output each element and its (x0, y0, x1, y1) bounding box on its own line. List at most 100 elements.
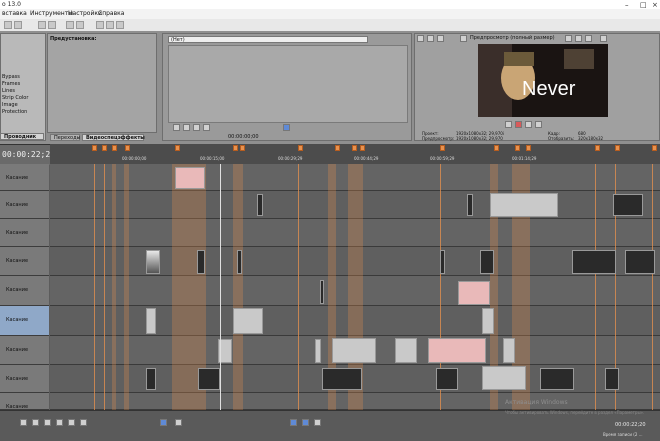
grid-icon[interactable] (565, 35, 572, 42)
video-clip[interactable] (146, 368, 156, 390)
video-clip[interactable] (332, 338, 376, 363)
video-clip[interactable] (482, 308, 494, 334)
video-clip[interactable] (572, 250, 616, 274)
normal-edit-tool-icon[interactable] (160, 419, 167, 426)
track-header[interactable]: Касание (0, 276, 49, 306)
close-icon[interactable]: × (652, 1, 658, 9)
video-clip[interactable] (440, 250, 445, 274)
minimize-icon[interactable]: – (625, 1, 629, 9)
cut-icon[interactable] (38, 21, 46, 29)
tab-video-fx[interactable]: Видеоспецэффекты (82, 134, 145, 141)
trimmer-dropdown[interactable]: (Нет) (168, 36, 368, 43)
list-item[interactable]: Lines (2, 88, 15, 94)
timeline-marker[interactable] (92, 145, 97, 151)
timeline-marker[interactable] (652, 145, 657, 151)
timeline-marker[interactable] (125, 145, 130, 151)
next-frame-icon[interactable] (203, 124, 210, 131)
video-clip[interactable] (605, 368, 619, 390)
split-screen-icon[interactable] (427, 35, 434, 42)
timeline-marker[interactable] (233, 145, 238, 151)
track-header[interactable]: Касание (0, 219, 49, 247)
copy-snapshot-icon[interactable] (585, 35, 592, 42)
help-icon[interactable] (106, 21, 114, 29)
open-icon[interactable] (14, 21, 22, 29)
timeline-marker[interactable] (360, 145, 365, 151)
video-clip[interactable] (395, 338, 417, 363)
tab-transitions[interactable]: Переходы (50, 134, 81, 141)
prev-frame-icon[interactable] (193, 124, 200, 131)
track-header[interactable]: Касание (0, 393, 49, 410)
timeline-marker[interactable] (240, 145, 245, 151)
list-item[interactable]: Protection (2, 109, 27, 115)
timeline-marker[interactable] (615, 145, 620, 151)
video-clip[interactable] (480, 250, 494, 274)
play-icon[interactable] (173, 124, 180, 131)
tab-explorer[interactable]: Проводник (0, 133, 44, 140)
record-icon[interactable] (515, 121, 522, 128)
track-header[interactable]: Касание (0, 336, 49, 365)
copy-icon[interactable] (48, 21, 56, 29)
list-item[interactable]: Frames (2, 81, 20, 87)
timeline-marker[interactable] (298, 145, 303, 151)
preview-mode-dropdown[interactable]: Предпросмотр (полный размер) (470, 35, 555, 41)
timeline-marker[interactable] (352, 145, 357, 151)
auto-ripple-icon[interactable] (314, 419, 321, 426)
whats-this-icon[interactable] (116, 21, 124, 29)
video-clip[interactable] (322, 368, 362, 390)
loop-icon[interactable] (283, 124, 290, 131)
video-clip[interactable] (436, 368, 458, 390)
stop-icon[interactable] (183, 124, 190, 131)
record-button[interactable] (20, 419, 27, 426)
track-header[interactable]: Касание (0, 247, 49, 276)
menu-item-settings[interactable]: Настройки (68, 10, 102, 17)
redo-icon[interactable] (76, 21, 84, 29)
timeline-marker[interactable] (515, 145, 520, 151)
menu-item-help[interactable]: Справка (98, 10, 124, 17)
preview-pause-icon[interactable] (525, 121, 532, 128)
undo-icon[interactable] (66, 21, 74, 29)
preview-quality-icon[interactable] (460, 35, 467, 42)
list-item[interactable]: Strip Color (2, 95, 28, 101)
video-clip[interactable] (315, 339, 321, 363)
track-header[interactable]: Касание (0, 306, 49, 336)
video-clip[interactable] (198, 368, 220, 390)
auto-crossfade-icon[interactable] (302, 419, 309, 426)
snapshot-icon[interactable] (575, 35, 582, 42)
video-clip[interactable] (613, 194, 643, 216)
video-clip[interactable] (146, 250, 160, 274)
playhead-cursor[interactable] (220, 164, 221, 410)
track-header[interactable]: Касание (0, 365, 49, 393)
video-clip[interactable] (237, 250, 242, 274)
preview-close-icon[interactable] (600, 35, 607, 42)
properties-icon[interactable] (96, 21, 104, 29)
stop-button[interactable] (80, 419, 87, 426)
video-clip[interactable] (428, 338, 486, 363)
envelope-tool-icon[interactable] (175, 419, 182, 426)
track-header[interactable]: Касание (0, 191, 49, 219)
track-header[interactable]: Касание (0, 164, 49, 191)
timeline-marker[interactable] (102, 145, 107, 151)
video-clip[interactable] (257, 194, 263, 216)
video-clip[interactable] (482, 366, 526, 390)
video-clip[interactable] (458, 281, 490, 305)
timeline-marker[interactable] (494, 145, 499, 151)
video-clip[interactable] (467, 194, 473, 216)
loop-button[interactable] (32, 419, 39, 426)
play-from-start-button[interactable] (44, 419, 51, 426)
new-icon[interactable] (4, 21, 12, 29)
maximize-icon[interactable]: □ (640, 1, 647, 9)
list-item[interactable]: Bypass (2, 74, 20, 80)
timeline-marker[interactable] (526, 145, 531, 151)
list-item[interactable]: Image (2, 102, 18, 108)
timeline-marker[interactable] (175, 145, 180, 151)
snapping-icon[interactable] (290, 419, 297, 426)
menu-item-tools[interactable]: Инструменты (30, 10, 73, 17)
preview-settings-icon[interactable] (417, 35, 424, 42)
video-clip[interactable] (490, 193, 558, 217)
video-clip[interactable] (146, 308, 156, 334)
video-clip[interactable] (197, 250, 205, 274)
timeline-marker[interactable] (335, 145, 340, 151)
video-clip[interactable] (503, 338, 515, 363)
video-clip[interactable] (625, 250, 655, 274)
preview-stop-icon[interactable] (535, 121, 542, 128)
